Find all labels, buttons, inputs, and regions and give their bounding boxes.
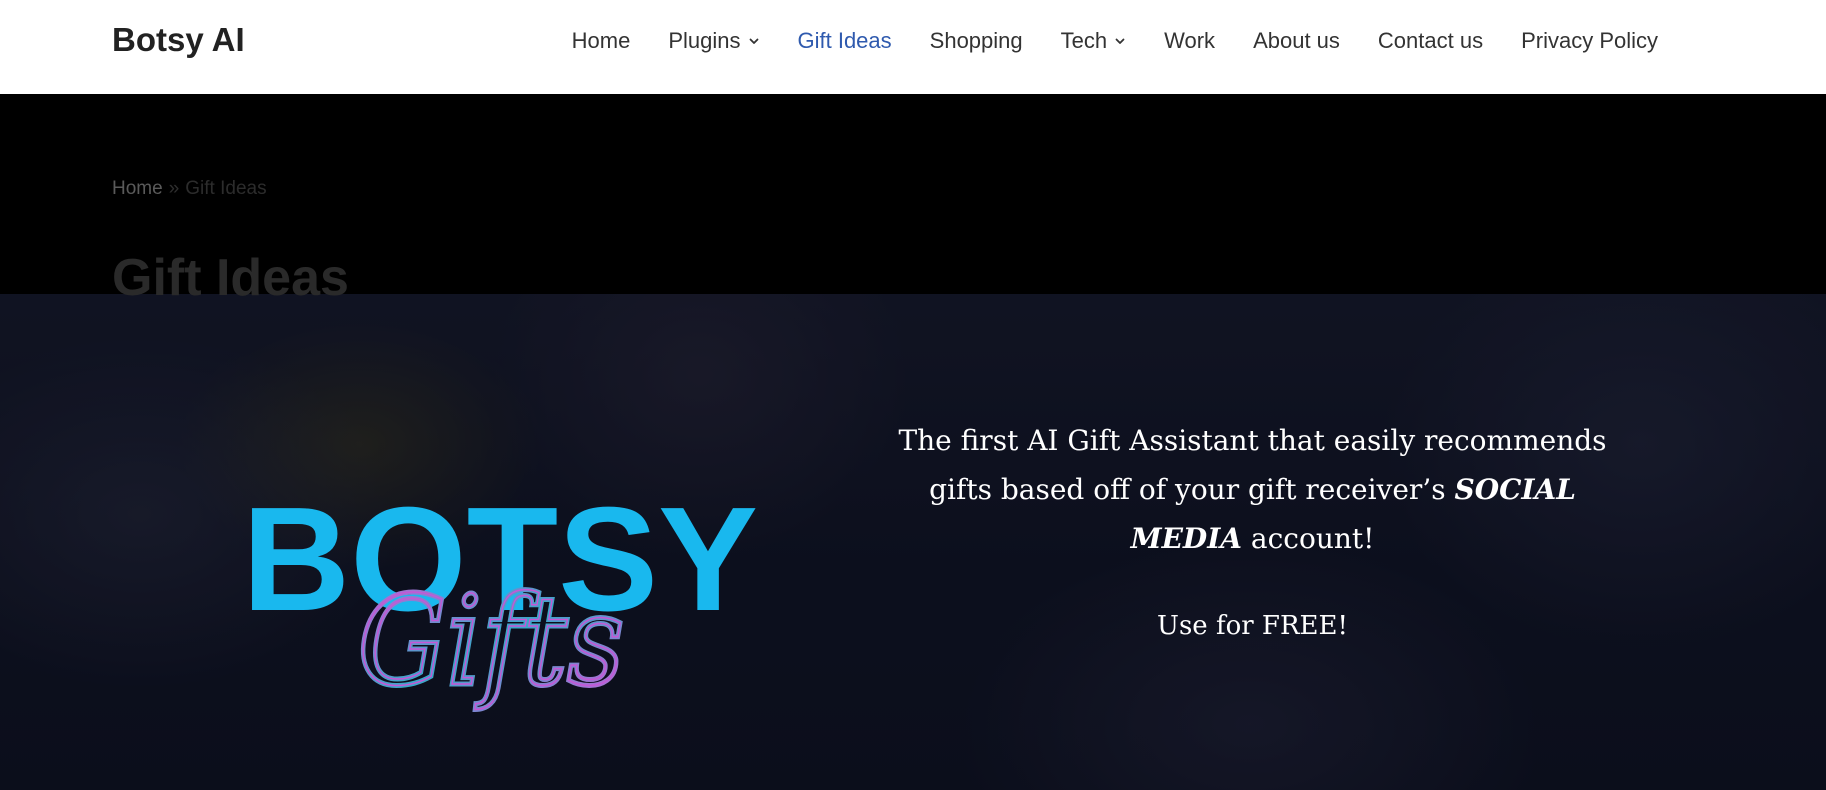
nav-item-about-us[interactable]: About us — [1253, 28, 1340, 54]
nav-item-contact-us[interactable]: Contact us — [1378, 28, 1483, 54]
nav-item-label: Contact us — [1377, 28, 1484, 53]
nav-item-label: Gift Ideas — [797, 28, 892, 53]
nav-item-tech[interactable]: Tech — [1061, 28, 1126, 54]
nav-item-plugins[interactable]: Plugins — [668, 28, 759, 54]
breadcrumb: Home» Gift Ideas — [112, 178, 267, 200]
tagline-text-end: account! — [1242, 522, 1375, 555]
main-nav: Home Plugins Gift Ideas Shopping Tech Wo… — [572, 26, 1658, 56]
hero-cta-text: Use for FREE! — [1157, 611, 1348, 641]
nav-item-work[interactable]: Work — [1164, 28, 1215, 54]
nav-item-label: Work — [1164, 28, 1216, 53]
chevron-down-icon — [748, 35, 760, 47]
nav-item-privacy-policy[interactable]: Privacy Policy — [1521, 28, 1658, 54]
breadcrumb-home-link[interactable]: Home — [112, 178, 163, 199]
chevron-down-icon — [1114, 35, 1126, 47]
breadcrumb-current: Gift Ideas — [185, 178, 267, 199]
botsy-gifts-logo: BOTSY Gifts Gifts — [236, 474, 776, 754]
nav-item-label: Plugins — [668, 28, 741, 53]
nav-item-shopping[interactable]: Shopping — [930, 28, 1023, 54]
nav-item-label: Privacy Policy — [1521, 28, 1658, 53]
nav-item-gift-ideas[interactable]: Gift Ideas — [798, 28, 892, 54]
site-brand[interactable]: Botsy AI — [112, 20, 245, 60]
site-header: Botsy AI Home Plugins Gift Ideas Shoppin… — [0, 0, 1826, 94]
nav-item-label: Shopping — [929, 28, 1023, 53]
nav-item-label: About us — [1253, 28, 1340, 53]
nav-item-home[interactable]: Home — [572, 28, 631, 54]
breadcrumb-separator: » — [168, 178, 180, 199]
logo-script-outline: Gifts — [358, 570, 624, 714]
nav-item-label: Home — [571, 28, 631, 53]
nav-item-label: Tech — [1060, 28, 1108, 53]
page-title: Gift Ideas — [112, 249, 349, 307]
hero-tagline: The first AI Gift Assistant that easily … — [880, 416, 1625, 563]
